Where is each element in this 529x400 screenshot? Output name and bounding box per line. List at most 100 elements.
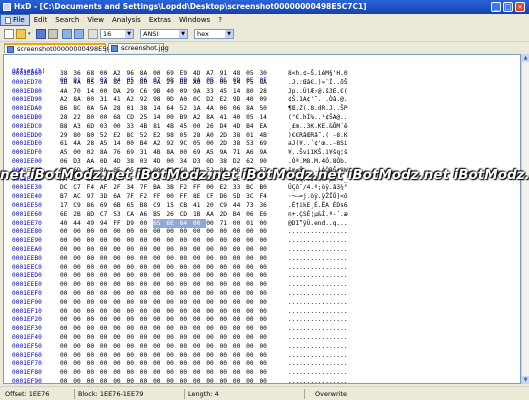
row-ascii[interactable]: ................ — [288, 263, 348, 272]
hex-byte[interactable]: 00 — [87, 236, 100, 245]
hex-byte[interactable]: 00 — [180, 324, 193, 333]
hex-byte[interactable]: 00 — [233, 359, 246, 368]
hex-byte[interactable]: 40 — [60, 219, 73, 228]
hex-byte[interactable]: 00 — [126, 263, 139, 272]
hex-byte[interactable]: 06 — [246, 210, 259, 219]
hex-byte[interactable]: 00 — [193, 298, 206, 307]
hex-byte[interactable]: C9 — [220, 201, 233, 210]
menu-search[interactable]: Search — [51, 14, 83, 26]
hex-byte[interactable]: 38 — [233, 139, 246, 148]
hex-byte[interactable]: 00 — [100, 87, 113, 96]
hex-byte[interactable]: 0A — [153, 78, 166, 87]
hex-byte[interactable]: 00 — [246, 227, 259, 236]
hex-byte[interactable]: B5 — [206, 175, 219, 184]
hex-byte[interactable]: 5A — [100, 104, 113, 113]
hex-byte[interactable]: D2 — [193, 166, 206, 175]
row-ascii[interactable]: ¢Š.1A¢'˜. .Òâ.@. — [288, 95, 348, 104]
hex-byte[interactable]: C6 — [140, 87, 153, 96]
hex-byte[interactable]: AA — [206, 210, 219, 219]
hex-byte[interactable]: 00 — [113, 271, 126, 280]
bytes-per-row-select[interactable]: 16 ▼ — [100, 29, 134, 39]
hex-byte[interactable]: 00 — [193, 359, 206, 368]
hex-byte[interactable]: 6B — [113, 201, 126, 210]
hex-byte[interactable]: 57 — [259, 166, 272, 175]
hex-byte[interactable]: 00 — [73, 236, 86, 245]
hex-byte[interactable]: 4A — [73, 78, 86, 87]
hex-byte[interactable]: 00 — [126, 342, 139, 351]
hex-byte[interactable]: DC — [60, 183, 73, 192]
hex-byte[interactable]: 00 — [246, 368, 259, 377]
hex-byte[interactable]: 00 — [246, 254, 259, 263]
hex-byte[interactable]: 53 — [113, 210, 126, 219]
row-ascii[interactable]: .É†ikE¸É.ËA ÉDs6 — [288, 201, 348, 210]
hex-byte[interactable]: D2 — [233, 157, 246, 166]
hex-byte[interactable]: 00 — [126, 333, 139, 342]
hex-byte[interactable]: 00 — [140, 368, 153, 377]
hex-byte[interactable]: 00 — [153, 227, 166, 236]
hex-byte[interactable]: 4D — [193, 69, 206, 78]
hex-byte[interactable]: 00 — [60, 245, 73, 254]
hex-byte[interactable]: 00 — [206, 368, 219, 377]
hex-byte[interactable]: B8 — [140, 201, 153, 210]
hex-byte[interactable]: 00 — [113, 333, 126, 342]
hex-byte[interactable]: 9A — [60, 166, 73, 175]
hex-byte[interactable]: 00 — [126, 307, 139, 316]
hex-byte[interactable]: 00 — [206, 245, 219, 254]
hex-byte[interactable]: 4D — [153, 157, 166, 166]
hex-byte[interactable]: 09 — [180, 87, 193, 96]
hex-byte[interactable]: 00 — [233, 254, 246, 263]
hex-byte[interactable]: 00 — [73, 227, 86, 236]
hex-byte[interactable]: 00 — [113, 342, 126, 351]
hex-byte[interactable]: 28 — [193, 131, 206, 140]
hex-byte[interactable]: 00 — [153, 69, 166, 78]
hex-byte[interactable]: 00 — [220, 351, 233, 360]
hex-byte[interactable]: 00 — [113, 254, 126, 263]
hex-byte[interactable]: DA — [113, 87, 126, 96]
hex-byte[interactable]: 7F — [126, 192, 139, 201]
hex-byte[interactable]: 00 — [140, 342, 153, 351]
hex-byte[interactable]: 38 — [140, 104, 153, 113]
hex-byte[interactable]: D3 — [73, 157, 86, 166]
undo-icon[interactable] — [62, 29, 72, 39]
hex-byte[interactable]: 00 — [259, 368, 272, 377]
row-ascii[interactable]: ¸£m..3K.KE.&ÔM´ê — [288, 122, 348, 131]
hex-byte[interactable]: 00 — [73, 245, 86, 254]
open-folder-icon[interactable] — [16, 29, 26, 39]
hex-byte[interactable]: 1B — [246, 175, 259, 184]
hex-byte[interactable]: 00 — [166, 280, 179, 289]
hex-byte[interactable]: 00 — [192, 218, 207, 228]
hex-byte[interactable]: 00 — [233, 263, 246, 272]
hex-byte[interactable]: 00 — [166, 368, 179, 377]
hex-byte[interactable]: 00 — [100, 333, 113, 342]
hex-byte[interactable]: 00 — [140, 298, 153, 307]
hex-byte[interactable]: F5 — [246, 78, 259, 87]
hex-byte[interactable]: FF — [180, 192, 193, 201]
hex-byte[interactable]: 00 — [259, 298, 272, 307]
hex-byte[interactable]: 00 — [153, 359, 166, 368]
hex-byte[interactable]: 00 — [246, 324, 259, 333]
hex-byte[interactable]: 71 — [220, 219, 233, 228]
hex-byte[interactable]: 00 — [259, 219, 272, 228]
hex-byte[interactable]: 64 — [179, 218, 193, 228]
hex-byte[interactable]: 00 — [166, 298, 179, 307]
hex-byte[interactable]: 00 — [73, 148, 86, 157]
hex-byte[interactable]: FF — [113, 219, 126, 228]
hex-byte[interactable]: 00 — [233, 271, 246, 280]
hex-byte[interactable]: 41 — [193, 201, 206, 210]
hex-byte[interactable]: 00 — [100, 351, 113, 360]
hex-byte[interactable]: 00 — [180, 307, 193, 316]
hex-byte[interactable]: 65 — [153, 218, 167, 228]
hex-byte[interactable]: 52 — [206, 166, 219, 175]
hex-byte[interactable]: CF — [206, 192, 219, 201]
hex-byte[interactable]: 00 — [246, 307, 259, 316]
hex-byte[interactable]: 38 — [246, 166, 259, 175]
hex-byte[interactable]: 00 — [233, 351, 246, 360]
hex-byte[interactable]: 00 — [60, 307, 73, 316]
hex-byte[interactable]: 00 — [259, 254, 272, 263]
hex-byte[interactable]: 9C — [180, 139, 193, 148]
hex-byte[interactable]: 00 — [87, 315, 100, 324]
hex-byte[interactable]: 00 — [126, 298, 139, 307]
hex-byte[interactable]: E2 — [220, 95, 233, 104]
hex-byte[interactable]: 00 — [100, 263, 113, 272]
menu-view[interactable]: View — [83, 14, 108, 26]
